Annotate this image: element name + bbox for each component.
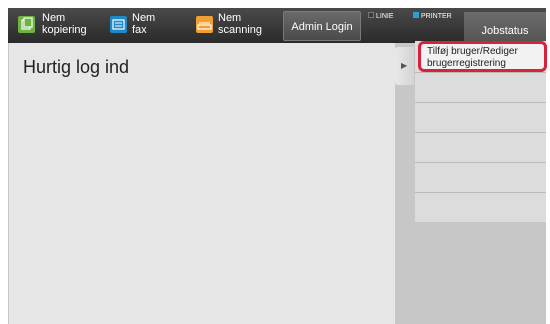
action-panel-item[interactable]	[415, 132, 546, 162]
easy-fax-label: Nem fax	[132, 12, 156, 36]
easy-fax-shortcut[interactable]: Nem fax	[110, 8, 180, 43]
action-panel-toggle[interactable]: ▶	[395, 47, 414, 85]
scan-icon	[196, 16, 213, 33]
add-edit-user-label: Tilføj bruger/Rediger brugerregistrering	[427, 46, 518, 69]
admin-login-button[interactable]: Admin Login	[283, 11, 361, 41]
copy-icon	[18, 16, 35, 33]
printer-indicator-label: PRINTER	[421, 13, 452, 20]
device-screen: Nem kopiering Nem fax Nem scanning Admin…	[8, 8, 547, 324]
add-edit-user-button[interactable]: Tilføj bruger/Rediger brugerregistrering	[418, 41, 547, 72]
line-indicator: LINIE	[368, 12, 394, 21]
main-content: Hurtig log ind	[9, 43, 395, 324]
action-panel-item[interactable]	[415, 192, 546, 222]
line-indicator-lamp	[368, 12, 374, 18]
action-panel-item[interactable]	[415, 102, 546, 132]
printer-indicator: PRINTER	[413, 12, 452, 21]
collapse-arrow-icon: ▶	[401, 61, 408, 70]
line-indicator-label: LINIE	[376, 13, 394, 20]
easy-scan-shortcut[interactable]: Nem scanning	[196, 8, 276, 43]
action-panel: Tilføj bruger/Rediger brugerregistrering	[415, 41, 547, 222]
printer-indicator-lamp	[413, 12, 419, 18]
easy-scan-label: Nem scanning	[218, 12, 263, 36]
job-status-button[interactable]: Jobstatus	[464, 12, 546, 42]
fax-icon	[110, 16, 127, 33]
action-panel-item[interactable]	[415, 72, 546, 102]
top-bar: Nem kopiering Nem fax Nem scanning Admin…	[8, 8, 546, 43]
action-panel-item[interactable]	[415, 162, 546, 192]
easy-copy-label: Nem kopiering	[42, 12, 87, 36]
easy-copy-shortcut[interactable]: Nem kopiering	[18, 8, 98, 43]
page-title: Hurtig log ind	[23, 57, 130, 77]
